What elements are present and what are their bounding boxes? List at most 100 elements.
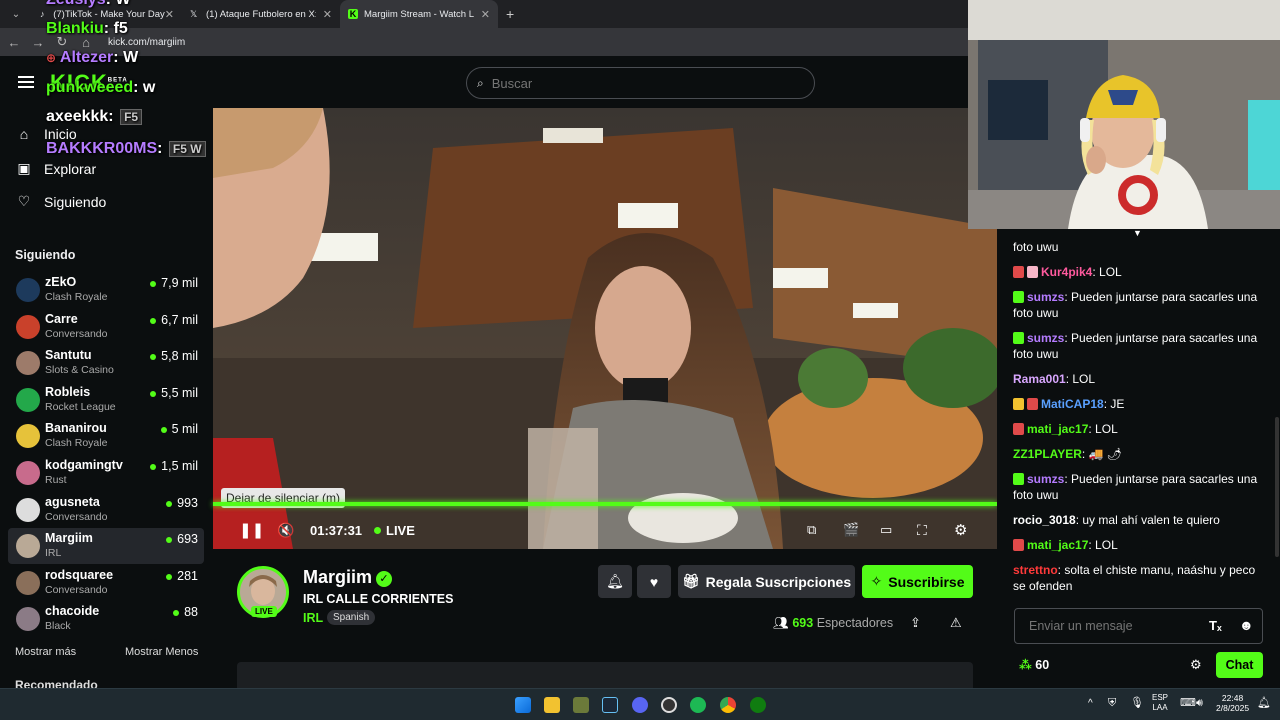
tray-chevron-icon[interactable]: ^	[1088, 699, 1093, 709]
tray-security-icon[interactable]: ⛨	[1108, 698, 1116, 709]
show-more-link[interactable]: Mostrar más	[15, 646, 76, 658]
sidebar-channel-zeko[interactable]: zEkO Clash Royale 7,9 mil	[8, 272, 204, 308]
chat-username[interactable]: rocio_3018	[1013, 513, 1076, 527]
channel-avatar	[16, 278, 40, 302]
close-tab-icon[interactable]: ✕	[323, 8, 332, 21]
chat-message: Rama001: LOL	[1013, 371, 1263, 387]
app-icon[interactable]	[573, 697, 589, 713]
pause-button[interactable]: ❚❚	[239, 514, 264, 546]
chat-username[interactable]: strettno	[1013, 563, 1058, 577]
browser-tab-kick[interactable]: K Margiim Stream - Watch Li ✕	[340, 0, 498, 28]
close-tab-icon[interactable]: ✕	[481, 8, 490, 21]
new-tab-button[interactable]: +	[498, 0, 522, 28]
close-tab-icon[interactable]: ✕	[165, 8, 174, 21]
clip-button[interactable]: 🎬	[843, 514, 859, 546]
channel-viewers: 5,5 mil	[150, 386, 198, 400]
chat-username[interactable]: sumzs	[1027, 331, 1064, 345]
nav-following[interactable]: ♡ Siguiendo	[16, 193, 107, 210]
back-icon[interactable]: ←	[2, 35, 26, 50]
subscribe-button[interactable]: ✧ Suscribirse	[862, 565, 973, 598]
chat-send-button[interactable]: Chat	[1216, 652, 1263, 678]
steam-icon[interactable]	[602, 697, 618, 713]
url-field[interactable]: kick.com/margiim	[108, 37, 185, 48]
gift-subs-button[interactable]: 🎁︎ Regala Suscripciones	[678, 565, 855, 598]
chat-username[interactable]: ZZ1PLAYER	[1013, 447, 1082, 461]
xbox-icon[interactable]	[750, 697, 766, 713]
network-icon[interactable]: ⌨	[1180, 698, 1196, 709]
live-badge: LIVE	[251, 606, 277, 617]
video-player[interactable]	[213, 108, 997, 549]
chat-username[interactable]: MatiCAP18	[1041, 397, 1104, 411]
obs-icon[interactable]	[661, 697, 677, 713]
fullscreen-button[interactable]: ⛶	[917, 514, 927, 546]
search-input[interactable]	[489, 74, 770, 92]
share-icon[interactable]: ⇪	[910, 615, 921, 631]
file-explorer-icon[interactable]	[544, 697, 560, 713]
browser-tab-x[interactable]: 𝕏 (1) Ataque Futbolero en X: " ✕	[182, 0, 340, 28]
chat-username[interactable]: Rama001	[1013, 372, 1066, 386]
miniplayer-button[interactable]: ⧉	[807, 514, 816, 546]
chrome-icon[interactable]	[720, 697, 736, 713]
report-icon[interactable]: ⚠	[950, 615, 962, 631]
sidebar-channel-margiim[interactable]: Margiim IRL 693	[8, 528, 204, 564]
sidebar-channel-carre[interactable]: Carre Conversando 6,7 mil	[8, 309, 204, 345]
stream-category[interactable]: IRL	[303, 611, 323, 625]
settings-button[interactable]: ⚙	[954, 514, 967, 546]
chat-input[interactable]	[1027, 618, 1197, 634]
tab-search-icon[interactable]: ⌄	[4, 4, 28, 24]
language-indicator[interactable]: ESP LAA	[1152, 693, 1168, 713]
chat-scrollbar[interactable]	[1275, 417, 1279, 557]
language-tag[interactable]: Spanish	[327, 610, 376, 625]
sidebar-channel-robleis[interactable]: Robleis Rocket League 5,5 mil	[8, 382, 204, 418]
heart-icon: ♥	[649, 573, 659, 590]
chevron-down-icon[interactable]: ▼	[1133, 228, 1142, 238]
show-less-link[interactable]: Mostrar Menos	[125, 646, 198, 658]
sidebar-channel-rodsquaree[interactable]: rodsquaree Conversando 281	[8, 565, 204, 601]
overlay-line: Blankiu: f5	[46, 20, 128, 37]
chat-text: : LOL	[1088, 538, 1118, 552]
chat-username[interactable]: mati_jac17	[1027, 422, 1088, 436]
stream-time: 01:37:31	[310, 522, 363, 538]
search-box[interactable]: ⌕	[466, 67, 815, 99]
chat-badge-icon	[1013, 398, 1024, 410]
sidebar-channel-chacoide[interactable]: chacoide Black 88	[8, 601, 204, 637]
chat-input-box[interactable]: Tₓ ☻	[1014, 608, 1263, 644]
chat-settings-icon[interactable]: ⚙	[1190, 657, 1202, 673]
progress-bar[interactable]	[213, 502, 997, 506]
mute-button[interactable]: 🔇	[277, 514, 294, 546]
channel-category: Clash Royale	[45, 437, 108, 449]
channel-category: Rust	[45, 474, 67, 486]
windows-start-icon[interactable]	[515, 697, 531, 713]
emoji-icon[interactable]: ☻	[1239, 617, 1254, 633]
sidebar-channel-agusneta[interactable]: agusneta Conversando 993	[8, 492, 204, 528]
chat-username[interactable]: sumzs	[1027, 290, 1064, 304]
sidebar-channel-kodgamingtv[interactable]: kodgamingtv Rust 1,5 mil	[8, 455, 204, 491]
channel-name: Santutu	[45, 348, 92, 362]
tray-mic-icon[interactable]: 🎙︎	[1130, 698, 1144, 709]
chat-username[interactable]: mati_jac17	[1027, 538, 1088, 552]
sidebar-channel-bananirou[interactable]: Bananirou Clash Royale 5 mil	[8, 418, 204, 454]
x-icon: 𝕏	[190, 9, 198, 19]
live-indicator[interactable]: LIVE	[374, 514, 415, 546]
sidebar-channel-santutu[interactable]: Santutu Slots & Casino 5,8 mil	[8, 345, 204, 381]
menu-icon[interactable]	[18, 76, 34, 88]
chat-username[interactable]: Kur4pik4	[1041, 265, 1092, 279]
follow-button[interactable]: ♥	[637, 565, 671, 598]
notify-button[interactable]: 🔔︎	[598, 565, 632, 598]
live-dot-icon	[374, 526, 381, 534]
volume-icon[interactable]: 🔊︎	[1196, 698, 1203, 709]
chat-badge-icon	[1013, 266, 1024, 278]
channel-points[interactable]: ⁂ 60	[1019, 657, 1049, 672]
chat-username[interactable]: sumzs	[1027, 472, 1064, 486]
translate-icon[interactable]: Tₓ	[1209, 618, 1222, 633]
channel-category: IRL	[45, 547, 62, 559]
discord-icon[interactable]	[632, 697, 648, 713]
streamer-name[interactable]: Margiim ✓	[303, 567, 393, 588]
clock[interactable]: 22:48 2/8/2025	[1216, 693, 1249, 713]
channel-avatar	[16, 607, 40, 631]
spotify-icon[interactable]	[690, 697, 706, 713]
theater-button[interactable]: ▭	[880, 514, 892, 546]
nav-explore[interactable]: ▣ Explorar	[16, 160, 96, 177]
notifications-icon[interactable]: 🔔︎	[1257, 698, 1271, 709]
channel-name: agusneta	[45, 495, 100, 509]
